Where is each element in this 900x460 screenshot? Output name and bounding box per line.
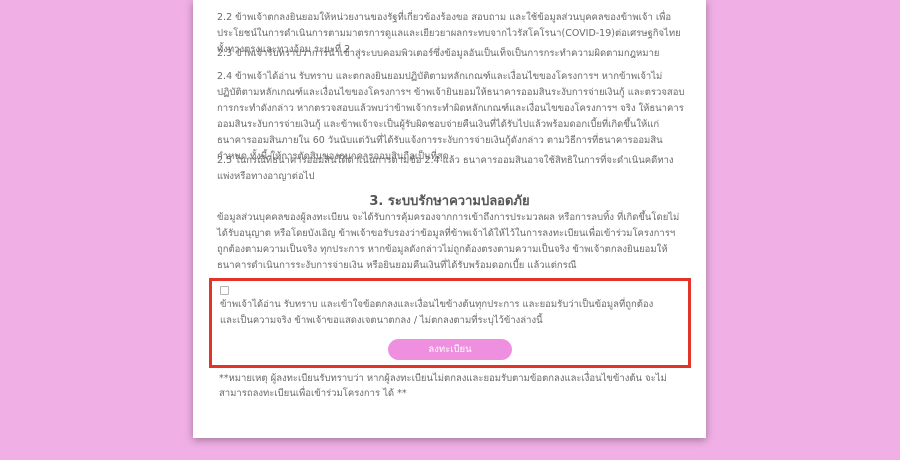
consent-box: ข้าพเจ้าได้อ่าน รับทราบ และเข้าใจข้อตกลง… — [209, 278, 691, 368]
section-3-body: ข้อมูลส่วนบุคคลของผู้ลงทะเบียน จะได้รับก… — [217, 212, 680, 271]
terms-card: 2.2 ข้าพเจ้าตกลงยินยอมให้หน่วยงานของรัฐท… — [193, 0, 706, 438]
clause-2-5: 2.5 ในกรณีที่ธนาคารออมสินได้ดำเนินการตาม… — [217, 155, 674, 182]
clause-2-4: 2.4 ข้าพเจ้าได้อ่าน รับทราบ และตกลงยินยอ… — [217, 71, 685, 162]
clause-2-3: 2.3 ข้าพเจ้ารับทราบว่าการนำเข้าสู่ระบบคอ… — [217, 48, 660, 59]
register-button[interactable]: ลงทะเบียน — [388, 339, 512, 360]
consent-checkbox[interactable] — [220, 286, 229, 295]
section-3-title: 3. ระบบรักษาความปลอดภัย — [369, 194, 530, 209]
remark-note: **หมายเหตุ ผู้ลงทะเบียนรับทราบว่า หากผู้… — [219, 373, 667, 399]
consent-statement: ข้าพเจ้าได้อ่าน รับทราบ และเข้าใจข้อตกลง… — [220, 299, 654, 326]
